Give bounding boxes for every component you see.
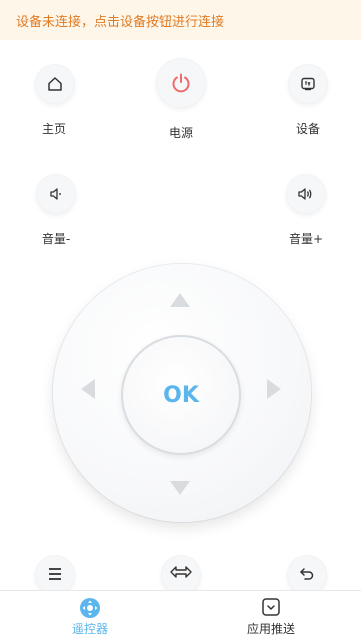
tab-remote[interactable]: 遥控器 [30,591,150,639]
power-button[interactable] [156,58,206,108]
tab-app-push[interactable]: 应用推送 [211,591,331,639]
volume-down-icon [48,186,64,202]
menu-icon [47,567,63,581]
dpad-right-button[interactable] [264,377,284,405]
tab-remote-label: 遥控器 [71,622,108,636]
bottom-tab-bar: 遥控器 应用推送 [0,590,361,639]
app-push-icon [261,597,281,621]
connection-status-banner[interactable]: 设备未连接，点击设备按钮进行连接 [0,0,361,40]
tv-icon [300,76,316,92]
device-label: 设备 [295,122,320,136]
switch-button[interactable] [161,555,201,595]
ok-button[interactable]: OK [121,335,241,455]
dpad-down-button[interactable] [168,478,192,502]
tab-app-push-label: 应用推送 [246,622,295,636]
volume-up-label: 音量+ [288,232,324,246]
home-label: 主页 [41,122,66,136]
home-icon [46,75,64,93]
back-button[interactable] [287,555,327,595]
device-button[interactable] [288,64,328,104]
power-icon [170,72,192,94]
volume-down-button[interactable] [36,174,76,214]
volume-up-button[interactable] [286,174,326,214]
volume-up-icon [297,186,315,202]
menu-button[interactable] [35,555,75,595]
ok-label: OK [163,382,199,408]
volume-down-label: 音量- [41,232,71,246]
connection-status-text: 设备未连接，点击设备按钮进行连接 [16,14,225,30]
switch-icon [169,565,193,579]
dpad-up-button[interactable] [168,290,192,314]
home-button[interactable] [35,64,75,104]
power-label: 电源 [168,126,193,140]
back-icon [299,566,315,582]
dpad-left-button[interactable] [78,377,98,405]
